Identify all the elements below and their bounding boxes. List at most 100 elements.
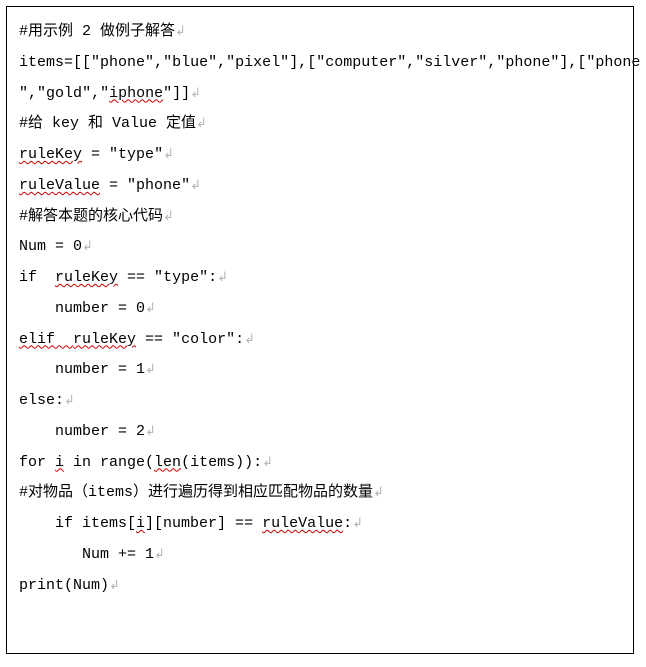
code-line-16: #对物品（items）进行遍历得到相应匹配物品的数量↲ — [19, 478, 621, 509]
code-line-10: number = 0↲ — [19, 294, 621, 325]
text-error: elif — [19, 331, 73, 348]
text: = — [100, 177, 127, 194]
comment: #用示例 2 做例子解答 — [19, 23, 175, 40]
code-line-2: items=[["phone","blue","pixel"],["comput… — [19, 48, 621, 79]
text: Num = 0 — [19, 238, 82, 255]
text: pixel — [235, 54, 280, 71]
quote: " — [37, 85, 46, 102]
line-break-icon: ↲ — [175, 23, 186, 38]
comment: #给 key 和 Value 定值 — [19, 115, 196, 132]
line-break-icon: ↲ — [163, 208, 174, 223]
quote: " — [154, 269, 163, 286]
quote: " — [91, 54, 100, 71]
comma: , — [91, 85, 100, 102]
text: print(Num) — [19, 577, 109, 594]
text-error: len — [154, 454, 181, 471]
comma: , — [28, 85, 37, 102]
quote: " — [82, 85, 91, 102]
text: if — [19, 269, 55, 286]
code-line-7: #解答本题的核心代码↲ — [19, 202, 621, 233]
text-error: ruleKey — [19, 146, 82, 163]
code-box: #用示例 2 做例子解答↲ items=[["phone","blue","pi… — [6, 6, 634, 654]
code-line-12: number = 1↲ — [19, 355, 621, 386]
text-error: ruleKey — [73, 331, 136, 348]
text: number = 0 — [19, 300, 145, 317]
line-break-icon: ↲ — [196, 115, 207, 130]
quote: " — [397, 54, 406, 71]
text: : — [235, 331, 244, 348]
quote: " — [109, 146, 118, 163]
line-break-icon: ↲ — [145, 423, 156, 438]
quote: " — [163, 85, 172, 102]
text: == — [118, 269, 154, 286]
quote: " — [199, 269, 208, 286]
comment: #解答本题的核心代码 — [19, 208, 163, 225]
text-error: iphone — [109, 85, 163, 102]
line-break-icon: ↲ — [64, 392, 75, 407]
text: phone — [100, 54, 145, 71]
text: = — [82, 146, 109, 163]
line-break-icon: ↲ — [145, 300, 156, 315]
text: phone — [595, 54, 640, 71]
text: type — [163, 269, 199, 286]
text: color — [181, 331, 226, 348]
text: blue — [172, 54, 208, 71]
text: number = 1 — [19, 361, 145, 378]
quote: " — [226, 331, 235, 348]
text-error: ruleValue — [19, 177, 100, 194]
code-line-18: Num += 1↲ — [19, 540, 621, 571]
line-break-icon: ↲ — [262, 454, 273, 469]
quote: " — [127, 177, 136, 194]
quote: " — [172, 331, 181, 348]
text-error: ruleKey — [55, 269, 118, 286]
text: gold — [46, 85, 82, 102]
text: computer — [325, 54, 397, 71]
text: else: — [19, 392, 64, 409]
comma: , — [217, 54, 226, 71]
quote: " — [478, 54, 487, 71]
code-line-11: elif ruleKey == "color":↲ — [19, 325, 621, 356]
line-break-icon: ↲ — [217, 269, 228, 284]
text: if items[ — [19, 515, 136, 532]
text: phone — [505, 54, 550, 71]
line-break-icon: ↲ — [154, 546, 165, 561]
comma: , — [406, 54, 415, 71]
text: Num += 1 — [19, 546, 154, 563]
text: (items)): — [181, 454, 262, 471]
text: silver — [424, 54, 478, 71]
text: phone — [136, 177, 181, 194]
code-line-3: ","gold","iphone"]]↲ — [19, 79, 621, 110]
quote: " — [226, 54, 235, 71]
comma: , — [154, 54, 163, 71]
code-line-9: if ruleKey == "type":↲ — [19, 263, 621, 294]
text-error: i — [136, 515, 145, 532]
quote: " — [280, 54, 289, 71]
code-line-6: ruleValue = "phone"↲ — [19, 171, 621, 202]
quote: " — [145, 54, 154, 71]
line-break-icon: ↲ — [190, 177, 201, 192]
line-break-icon: ↲ — [163, 146, 174, 161]
text-error: i — [55, 454, 64, 471]
line-break-icon: ↲ — [244, 331, 255, 346]
code-line-19: print(Num)↲ — [19, 571, 621, 602]
quote: " — [100, 85, 109, 102]
quote: " — [316, 54, 325, 71]
text: ][number] == — [145, 515, 262, 532]
text: for — [19, 454, 55, 471]
line-break-icon: ↲ — [373, 484, 384, 499]
quote: " — [19, 85, 28, 102]
code-line-14: number = 2↲ — [19, 417, 621, 448]
text: == — [136, 331, 172, 348]
code-line-8: Num = 0↲ — [19, 232, 621, 263]
text: items=[[ — [19, 54, 91, 71]
text: type — [118, 146, 154, 163]
code-line-15: for i in range(len(items)):↲ — [19, 448, 621, 479]
text: : — [208, 269, 217, 286]
quote: " — [415, 54, 424, 71]
quote: " — [208, 54, 217, 71]
line-break-icon: ↲ — [190, 85, 201, 100]
line-break-icon: ↲ — [82, 238, 93, 253]
code-line-4: #给 key 和 Value 定值↲ — [19, 109, 621, 140]
text: ]] — [172, 85, 190, 102]
quote: " — [163, 54, 172, 71]
